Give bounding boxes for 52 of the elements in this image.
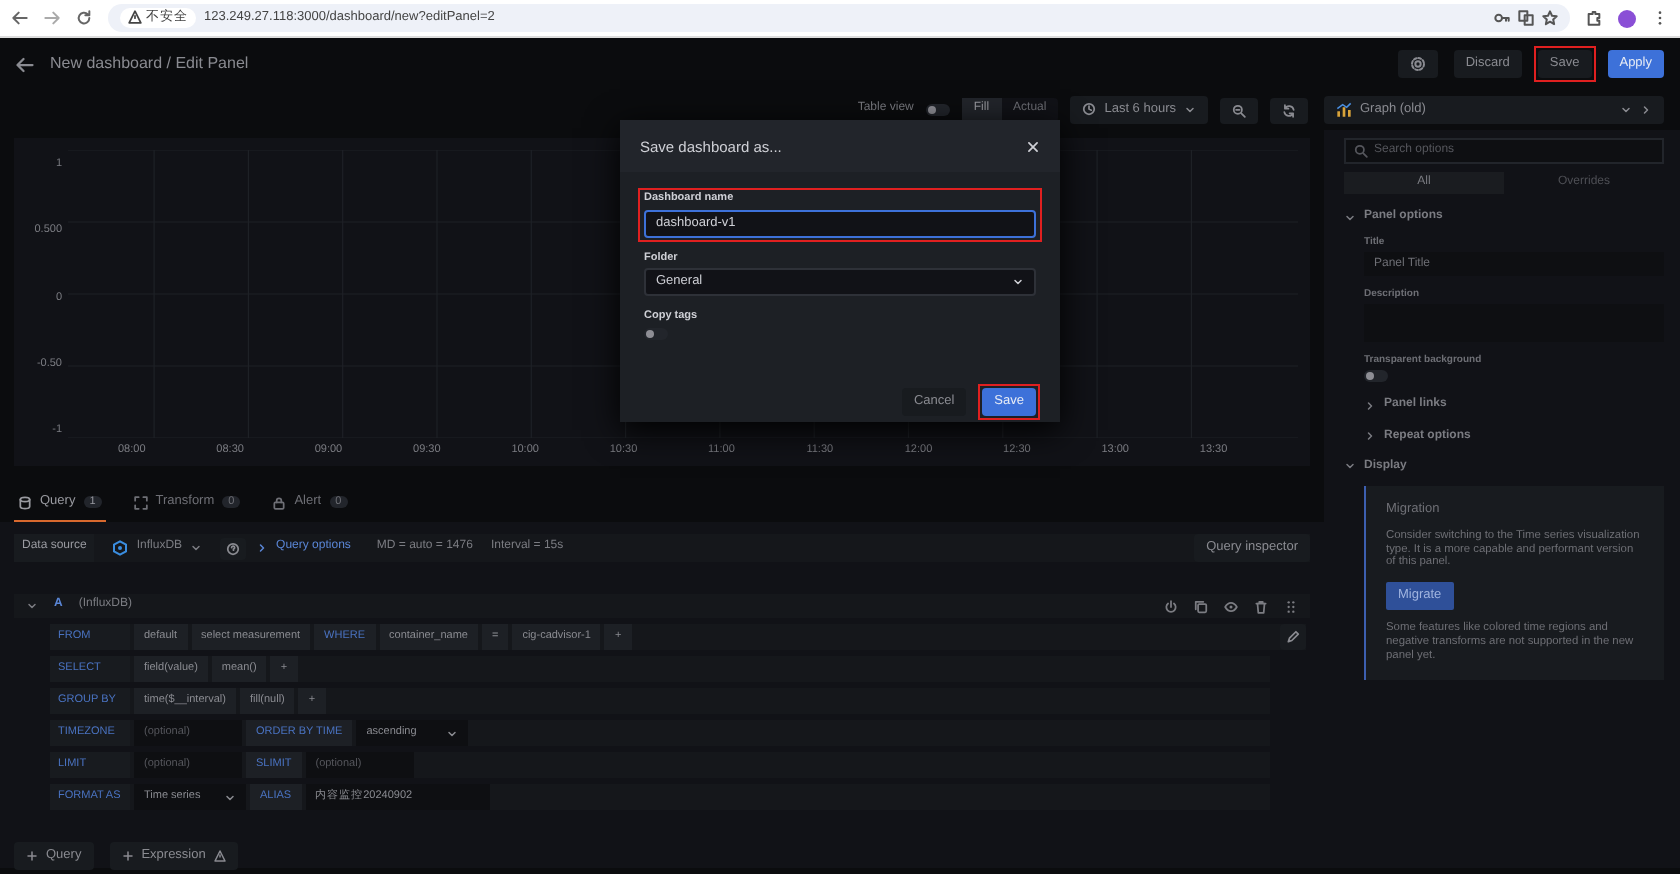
key-icon[interactable]	[1494, 10, 1510, 26]
help-button[interactable]	[220, 537, 247, 559]
translate-icon[interactable]	[1518, 10, 1534, 26]
caret-right-icon	[256, 542, 269, 554]
caret-icon	[1184, 103, 1196, 116]
database-icon	[18, 495, 32, 510]
transform-icon	[133, 495, 148, 510]
caret-right-icon	[1364, 399, 1376, 412]
influxdb-icon	[112, 540, 129, 556]
settings-icon	[1409, 56, 1426, 72]
pencil-icon	[1286, 630, 1300, 644]
zoom-out-button[interactable]	[1220, 97, 1258, 123]
power-icon[interactable]	[1164, 599, 1178, 613]
caret-icon	[446, 727, 459, 739]
back-icon[interactable]	[12, 10, 28, 26]
help-icon	[226, 541, 241, 555]
graph-icon	[1336, 102, 1352, 118]
warning-icon	[213, 849, 226, 862]
caret-right-icon	[1640, 104, 1652, 116]
refresh-icon	[1282, 103, 1296, 117]
close-icon[interactable]	[1026, 139, 1040, 153]
extension-icon[interactable]	[1586, 10, 1602, 26]
caret-down-icon	[1344, 211, 1356, 224]
transparent-switch[interactable]	[1364, 370, 1388, 383]
reload-icon[interactable]	[76, 10, 92, 26]
clock-icon	[1082, 102, 1097, 117]
profile-avatar[interactable]	[1618, 9, 1636, 27]
page-title: New dashboard / Edit Panel	[50, 54, 251, 74]
refresh-button[interactable]	[1270, 97, 1308, 123]
star-icon[interactable]	[1542, 10, 1558, 26]
caret-icon	[1620, 104, 1632, 116]
plus-icon	[121, 849, 134, 862]
plus-icon	[26, 849, 38, 862]
caret-icon[interactable]	[26, 600, 38, 612]
table-view-switch[interactable]	[925, 104, 950, 116]
eye-icon[interactable]	[1224, 599, 1238, 613]
caret-right-icon	[1364, 430, 1376, 443]
zoom-out-icon	[1232, 103, 1246, 117]
edit-button[interactable]	[1280, 624, 1306, 650]
copy-icon[interactable]	[1194, 599, 1208, 613]
warning-icon	[128, 10, 142, 25]
caret-icon	[1012, 276, 1024, 289]
drag-handle-icon[interactable]	[1284, 599, 1298, 613]
lock-icon	[272, 495, 287, 510]
trash-icon[interactable]	[1254, 599, 1268, 613]
caret-icon	[224, 791, 236, 803]
settings-button[interactable]	[1397, 50, 1438, 78]
search-icon	[1354, 144, 1368, 158]
copy-tags-switch[interactable]	[644, 327, 668, 340]
caret-icon	[190, 542, 203, 554]
caret-down-icon	[1344, 460, 1356, 473]
back-arrow-icon[interactable]	[16, 55, 34, 73]
